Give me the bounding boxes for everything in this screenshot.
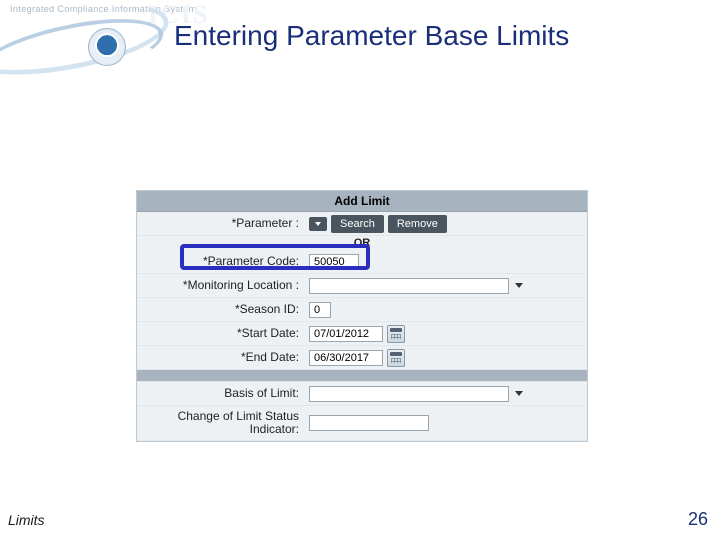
calendar-icon[interactable] <box>387 349 405 367</box>
or-separator: OR <box>137 236 587 250</box>
end-date-row: *End Date: <box>137 346 587 370</box>
change-indicator-row: Change of Limit Status Indicator: <box>137 406 587 441</box>
change-indicator-input[interactable] <box>309 415 429 431</box>
agency-seal-icon <box>88 28 126 66</box>
start-date-input[interactable] <box>309 326 383 342</box>
search-button[interactable]: Search <box>331 215 384 233</box>
parameter-code-input[interactable] <box>309 254 359 270</box>
section-divider <box>137 370 587 382</box>
basis-of-limit-input[interactable] <box>309 386 509 402</box>
calendar-icon[interactable] <box>387 325 405 343</box>
parameter-dropdown-icon[interactable] <box>309 217 327 231</box>
parameter-label: *Parameter : <box>137 213 305 234</box>
season-id-row: *Season ID: <box>137 298 587 322</box>
parameter-row: *Parameter : Search Remove <box>137 212 587 236</box>
basis-of-limit-row: Basis of Limit: <box>137 382 587 406</box>
chevron-down-icon[interactable] <box>513 387 525 401</box>
footer-section-label: Limits <box>8 512 45 528</box>
parameter-code-label: *Parameter Code: <box>137 251 305 272</box>
end-date-input[interactable] <box>309 350 383 366</box>
page-title: Entering Parameter Base Limits <box>174 20 569 52</box>
header-band: Integrated Compliance Information System… <box>0 0 720 78</box>
parameter-code-row: *Parameter Code: <box>137 250 587 274</box>
page-number: 26 <box>688 509 708 530</box>
end-date-label: *End Date: <box>137 347 305 368</box>
remove-button[interactable]: Remove <box>388 215 447 233</box>
monitoring-location-label: *Monitoring Location : <box>137 275 305 296</box>
season-id-label: *Season ID: <box>137 299 305 320</box>
add-limit-form: Add Limit *Parameter : Search Remove OR … <box>136 190 588 442</box>
start-date-row: *Start Date: <box>137 322 587 346</box>
form-header: Add Limit <box>137 191 587 212</box>
chevron-down-icon[interactable] <box>513 279 525 293</box>
monitoring-location-input[interactable] <box>309 278 509 294</box>
change-indicator-label: Change of Limit Status Indicator: <box>137 406 305 440</box>
start-date-label: *Start Date: <box>137 323 305 344</box>
basis-of-limit-label: Basis of Limit: <box>137 383 305 404</box>
season-id-input[interactable] <box>309 302 331 318</box>
monitoring-location-row: *Monitoring Location : <box>137 274 587 298</box>
